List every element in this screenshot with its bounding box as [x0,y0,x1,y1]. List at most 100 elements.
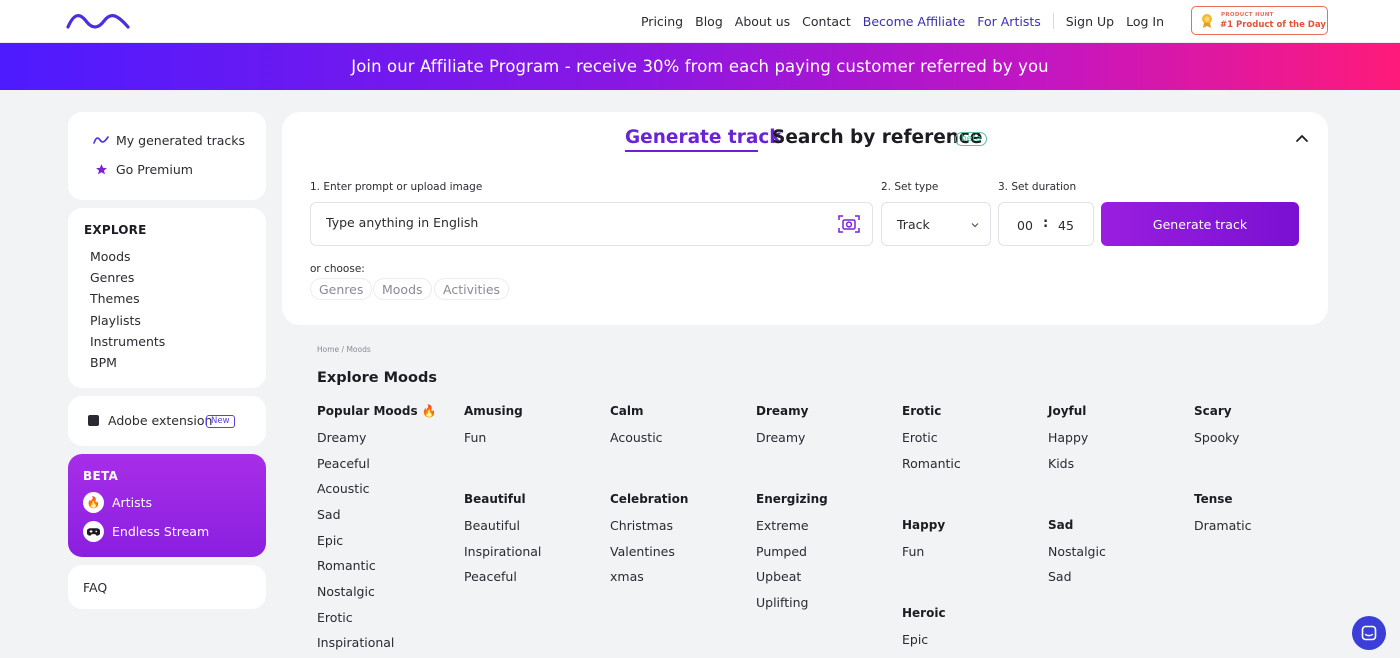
mood-link[interactable]: Beautiful [464,518,520,533]
mood-link[interactable]: Happy [1048,430,1088,445]
mood-link[interactable]: Erotic [317,610,353,625]
nav-link-pricing[interactable]: Pricing [641,14,683,29]
fire-icon: 🔥 [83,492,104,513]
mood-link[interactable]: Inspirational [317,635,394,650]
sidebar-explore-card: EXPLORE Moods Genres Themes Playlists In… [68,208,266,388]
nav-link-about[interactable]: About us [735,14,790,29]
tab-generate-track[interactable]: Generate track [625,127,782,148]
prompt-field [310,202,873,246]
mood-link[interactable]: Peaceful [317,456,370,471]
product-of-day-label: #1 Product of the Day [1220,20,1326,30]
mood-link[interactable]: Valentines [610,544,675,559]
nav-divider [1052,13,1054,29]
breadcrumb[interactable]: Home / Moods [317,345,371,354]
chip-activities[interactable]: Activities [434,278,510,300]
mood-link[interactable]: Fun [902,544,924,559]
sidebar-item-themes[interactable]: Themes [90,291,140,306]
sidebar-adobe-extension[interactable]: Adobe extension New [68,396,266,446]
mood-link[interactable]: Epic [902,632,928,647]
mood-link[interactable]: Epic [317,533,343,548]
logo-icon[interactable] [66,10,130,30]
nav-link-blog[interactable]: Blog [695,14,723,29]
generate-track-button[interactable]: Generate track [1101,202,1299,246]
sidebar-item-bpm[interactable]: BPM [90,355,117,370]
wave-icon [92,131,110,149]
log-in-link[interactable]: Log In [1126,14,1164,29]
sidebar-item-label: Endless Stream [112,524,210,539]
mood-link[interactable]: Peaceful [464,569,517,584]
mood-group-heading: Heroic [902,606,946,620]
mood-link[interactable]: Fun [464,430,486,445]
mood-link[interactable]: Dreamy [756,430,805,445]
or-choose-label: or choose: [310,263,365,275]
nav-link-for-artists[interactable]: For Artists [977,14,1041,29]
gamepad-icon [83,521,104,542]
mood-link[interactable]: Erotic [902,430,938,445]
sidebar-item-genres[interactable]: Genres [90,270,134,285]
sidebar-beta-card: BETA 🔥 Artists Endless Stream [68,454,266,557]
mood-link[interactable]: Pumped [756,544,807,559]
mood-link[interactable]: Acoustic [610,430,663,445]
sign-up-link[interactable]: Sign Up [1066,14,1114,29]
mood-link[interactable]: xmas [610,569,644,584]
nav-link-become-affiliate[interactable]: Become Affiliate [863,14,965,29]
mood-group-heading: Scary [1194,404,1232,418]
mood-link[interactable]: Nostalgic [317,584,375,599]
star-icon [92,160,110,178]
mood-link[interactable]: Romantic [902,456,961,471]
mood-link[interactable]: Inspirational [464,544,541,559]
generator-panel: Generate track Search by reference beta … [282,112,1328,325]
mood-link[interactable]: Uplifting [756,595,808,610]
sidebar-item-moods[interactable]: Moods [90,249,131,264]
mood-link[interactable]: Sad [1048,569,1072,584]
sidebar-item-endless-stream[interactable]: Endless Stream [83,521,209,542]
prompt-input[interactable] [326,215,806,230]
beta-badge: beta [955,132,988,146]
type-select[interactable]: Track [881,202,991,246]
chip-genres[interactable]: Genres [310,278,373,300]
affiliate-banner-text: Join our Affiliate Program - receive 30%… [351,57,1049,76]
sidebar-item-instruments[interactable]: Instruments [90,334,165,349]
chevron-up-icon [1296,134,1308,142]
upload-image-icon[interactable] [838,214,860,234]
sidebar-item-my-tracks[interactable]: My generated tracks [92,131,245,149]
mood-group-heading: Tense [1194,492,1233,506]
mood-link[interactable]: Extreme [756,518,809,533]
duration-minutes[interactable]: 00 [1011,212,1039,238]
sidebar-item-artists[interactable]: 🔥 Artists [83,492,152,513]
mood-link[interactable]: Dramatic [1194,518,1252,533]
mood-group-heading: Beautiful [464,492,526,506]
tab-search-by-reference[interactable]: Search by reference [772,127,982,148]
nav-links: Pricing Blog About us Contact Become Aff… [629,0,1164,42]
product-hunt-label: PRODUCT HUNT [1221,12,1274,18]
product-hunt-badge[interactable]: PRODUCT HUNT #1 Product of the Day [1191,6,1328,35]
mood-link[interactable]: Acoustic [317,481,370,496]
collapse-button[interactable] [1290,126,1314,150]
medal-icon [1202,14,1212,28]
mood-link[interactable]: Romantic [317,558,376,573]
mood-group-heading: Celebration [610,492,689,506]
page-title: Explore Moods [317,370,437,386]
sidebar-item-label: Go Premium [116,161,193,177]
affiliate-banner[interactable]: Join our Affiliate Program - receive 30%… [0,43,1400,90]
chip-moods[interactable]: Moods [373,278,432,300]
mood-link[interactable]: Dreamy [317,430,366,445]
mood-link[interactable]: Nostalgic [1048,544,1106,559]
sidebar-item-go-premium[interactable]: Go Premium [92,160,193,178]
mood-link[interactable]: Sad [317,507,341,522]
mood-link[interactable]: Kids [1048,456,1074,471]
mood-group-heading: Erotic [902,404,942,418]
mood-link[interactable]: Upbeat [756,569,801,584]
mood-link[interactable]: Christmas [610,518,673,533]
faq-label: FAQ [83,580,108,595]
sidebar-account-card: My generated tracks Go Premium [68,112,266,200]
explore-heading: EXPLORE [84,223,147,237]
chat-launcher-button[interactable] [1352,616,1386,650]
sidebar-item-playlists[interactable]: Playlists [90,313,141,328]
top-navigation: Pricing Blog About us Contact Become Aff… [0,0,1400,43]
mood-link[interactable]: Spooky [1194,430,1239,445]
duration-seconds[interactable]: 45 [1052,212,1080,238]
sidebar-faq[interactable]: FAQ [68,565,266,609]
mood-group-heading: Energizing [756,492,828,506]
nav-link-contact[interactable]: Contact [802,14,851,29]
